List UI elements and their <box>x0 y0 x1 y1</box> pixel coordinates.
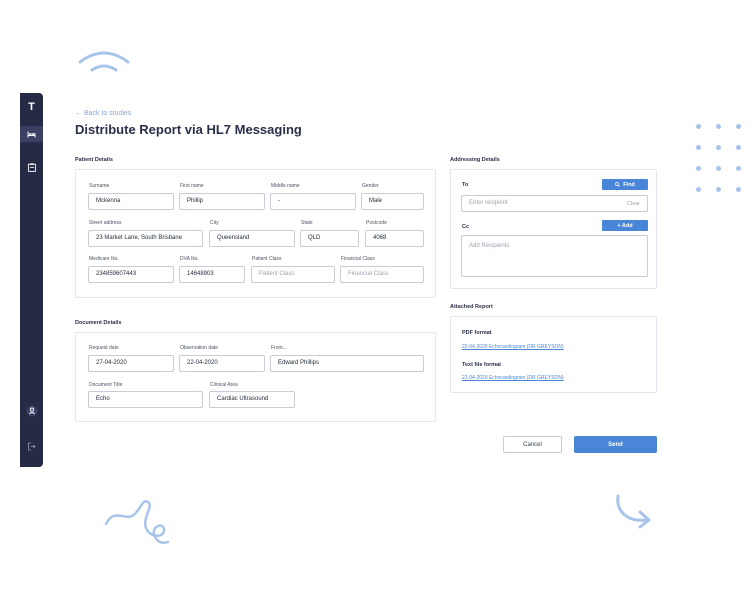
clear-button[interactable]: Clear <box>627 201 640 207</box>
document-details-panel <box>75 332 436 422</box>
state-label: State <box>301 220 313 226</box>
search-icon <box>615 182 621 187</box>
pdf-report-link[interactable]: 22-04-2020 Echocardiogram (DR GREYSON) <box>462 344 564 350</box>
squiggle-decoration <box>104 500 170 544</box>
observation-date-field[interactable]: 22-04-2020 <box>179 355 265 372</box>
dva-field[interactable]: 14648903 <box>179 266 245 283</box>
pdf-format-label: PDF format <box>462 330 492 336</box>
add-recipient-button[interactable]: + Add <box>602 220 648 231</box>
sidebar-item-profile[interactable] <box>20 403 43 419</box>
page-title: Distribute Report via HL7 Messaging <box>75 122 302 137</box>
cc-recipients-input[interactable]: Add Recipients <box>461 235 648 277</box>
user-icon <box>26 405 37 417</box>
cancel-button[interactable]: Cancel <box>503 436 562 453</box>
state-field[interactable]: QLD <box>300 230 359 247</box>
sidebar-item-logout[interactable] <box>20 438 43 454</box>
from-field[interactable]: Edward Phillips <box>270 355 424 372</box>
from-label: From... <box>271 345 287 351</box>
middle-name-label: Middle name <box>271 183 300 189</box>
first-name-label: First name <box>180 183 204 189</box>
financial-class-label: Financial Class <box>341 256 375 262</box>
logout-icon <box>28 442 36 450</box>
find-button-label: Find <box>623 181 635 188</box>
patient-details-title: Patient Details <box>75 157 113 163</box>
observation-date-label: Observation date <box>180 345 219 351</box>
financial-class-field[interactable]: Financial Class <box>340 266 424 283</box>
send-button[interactable]: Send <box>574 436 657 453</box>
gender-label: Gender <box>362 183 379 189</box>
street-label: Street address <box>89 220 122 226</box>
city-field[interactable]: Queensland <box>209 230 295 247</box>
find-button[interactable]: Find <box>602 179 648 190</box>
medicare-field[interactable]: 234859607443 <box>88 266 174 283</box>
wifi-arc-decoration <box>78 51 130 72</box>
arrow-decoration <box>616 494 651 529</box>
dots-decoration <box>696 124 742 192</box>
clinical-area-label: Clinical Area <box>210 382 238 388</box>
city-label: City <box>210 220 219 226</box>
medicare-label: Medicare No. <box>89 256 119 262</box>
clinical-area-field[interactable]: Cardiac Ultrasound <box>209 391 295 408</box>
sidebar-item-reports[interactable] <box>20 159 43 175</box>
app-logo: T <box>28 101 35 113</box>
postcode-label: Postcode <box>366 220 387 226</box>
surname-label: Surname <box>89 183 110 189</box>
dva-label: DVA No. <box>180 256 199 262</box>
addressing-details-title: Addressing Details <box>450 157 500 163</box>
attached-report-title: Attached Report <box>450 304 493 310</box>
text-report-link[interactable]: 22-04-2020 Echocardiogram (DR GREYSON) <box>462 375 564 381</box>
sidebar: T <box>20 93 43 467</box>
surname-field[interactable]: Mckenna <box>88 193 174 210</box>
request-date-label: Request date <box>89 345 119 351</box>
to-label: To <box>462 182 469 188</box>
middle-name-field[interactable]: - <box>270 193 356 210</box>
clipboard-icon <box>27 162 36 172</box>
patient-class-field[interactable]: Patient Class <box>251 266 335 283</box>
back-to-studies-link[interactable]: ← Back to studies <box>75 110 131 117</box>
document-title-field[interactable]: Echo <box>88 391 203 408</box>
to-recipient-input[interactable]: Enter recipient <box>461 195 648 212</box>
cc-label: Cc <box>462 224 470 230</box>
first-name-field[interactable]: Phillip <box>179 193 265 210</box>
gender-field[interactable]: Male <box>361 193 424 210</box>
sidebar-item-studies[interactable] <box>20 126 43 142</box>
text-format-label: Text file format <box>462 362 502 368</box>
postcode-field[interactable]: 4068 <box>365 230 424 247</box>
document-title-label: Document Title <box>89 382 123 388</box>
document-details-title: Document Details <box>75 320 122 326</box>
bed-icon <box>27 131 36 137</box>
attached-report-panel <box>450 316 657 393</box>
patient-class-label: Patient Class <box>252 256 282 262</box>
street-field[interactable]: 23 Market Lane, South Brisbane <box>88 230 203 247</box>
request-date-field[interactable]: 27-04-2020 <box>88 355 174 372</box>
